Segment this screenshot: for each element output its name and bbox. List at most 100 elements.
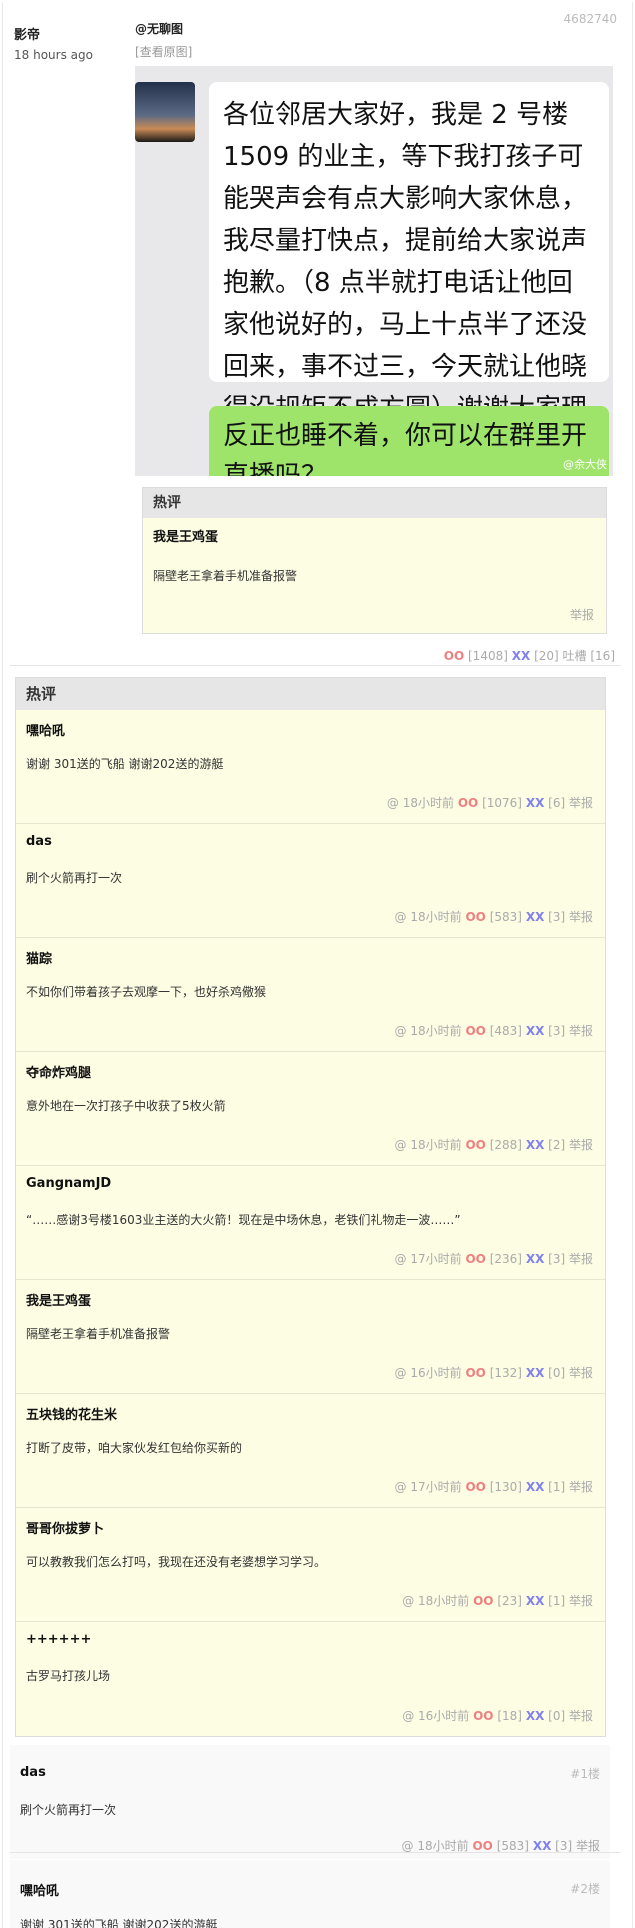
hot-comment-author[interactable]: 嘿哈吼 — [26, 720, 65, 739]
oo-button[interactable]: OO — [465, 1366, 485, 1380]
xx-count: [3] — [555, 1839, 573, 1853]
hot-comment-row: 我是王鸡蛋隔壁老王拿着手机准备报警 @ 16小时前 OO [132] XX [0]… — [16, 1280, 605, 1394]
xx-button[interactable]: XX — [526, 1594, 545, 1608]
comment-time[interactable]: @ 17小时前 — [395, 1480, 462, 1494]
report-link[interactable]: 举报 — [569, 796, 593, 810]
comment-time[interactable]: @ 18小时前 — [395, 1138, 462, 1152]
hot-comment-meta: @ 16小时前 OO [132] XX [0] 举报 — [395, 1364, 593, 1381]
oo-count: [583] — [496, 1839, 529, 1853]
post-author-name[interactable]: 影帝 — [14, 24, 93, 43]
report-link[interactable]: 举报 — [569, 1366, 593, 1380]
hot-comment-text: 隔壁老王拿着手机准备报警 — [153, 569, 298, 583]
report-link[interactable]: 举报 — [576, 1839, 600, 1853]
xx-count: [3] — [548, 910, 566, 924]
hot-comment-meta: @ 18小时前 OO [23] XX [1] 举报 — [402, 1592, 593, 1609]
chat-reply-bubble: 反正也睡不着，你可以在群里开直播吗？ — [209, 406, 609, 476]
hot-comment-text: 意外地在一次打孩子中收获了5枚火箭 — [26, 1099, 226, 1113]
comment-time[interactable]: @ 18小时前 — [395, 1024, 462, 1038]
comment-author[interactable]: das — [20, 1765, 46, 1780]
hot-comment-text: 隔壁老王拿着手机准备报警 — [26, 1327, 171, 1341]
comment-time[interactable]: @ 18小时前 — [402, 1839, 469, 1853]
xx-button[interactable]: XX — [526, 1024, 545, 1038]
hot-comment-author[interactable]: ++++++ — [26, 1632, 91, 1647]
xx-button[interactable]: XX — [526, 1138, 545, 1152]
oo-button[interactable]: OO — [473, 1594, 493, 1608]
oo-count: [1076] — [482, 796, 522, 810]
xx-button[interactable]: XX — [526, 796, 545, 810]
xx-button[interactable]: XX — [526, 1366, 545, 1380]
xx-button[interactable]: XX — [526, 1709, 545, 1723]
report-link[interactable]: 举报 — [569, 1709, 593, 1723]
post-image[interactable]: 各位邻居大家好，我是 2 号楼 1509 的业主，等下我打孩子可能哭声会有点大影… — [135, 66, 613, 476]
oo-button[interactable]: OO — [465, 1480, 485, 1494]
post-vote-bar: OO [1408] XX [20] 吐槽 [16] — [444, 647, 615, 664]
oo-count: [288] — [489, 1138, 522, 1152]
post-body: @无聊图 [查看原图] 各位邻居大家好，我是 2 号楼 1509 的业主，等下我… — [135, 20, 615, 476]
comment-time[interactable]: @ 17小时前 — [395, 1252, 462, 1266]
oo-count: [23] — [497, 1594, 522, 1608]
hot-comment-row: 夺命炸鸡腿意外地在一次打孩子中收获了5枚火箭 @ 18小时前 OO [288] X… — [16, 1052, 605, 1166]
xx-button[interactable]: XX — [526, 1480, 545, 1494]
hot-comment-author[interactable]: 我是王鸡蛋 — [26, 1290, 91, 1309]
report-link[interactable]: 举报 — [569, 1480, 593, 1494]
comment-time[interactable]: @ 18小时前 — [395, 910, 462, 924]
xx-button[interactable]: XX — [512, 649, 531, 663]
oo-button[interactable]: OO — [465, 910, 485, 924]
hot-comment-row: ++++++ 古罗马打孩儿场 @ 16小时前 OO [18] XX [0] 举报 — [16, 1622, 605, 1736]
hot-comment-row: das 刷个火箭再打一次 @ 18小时前 OO [583] XX [3] 举报 — [16, 824, 605, 938]
comment-time[interactable]: @ 18小时前 — [402, 1594, 469, 1608]
hot-comment-row: 嘿哈吼谢谢 301送的飞船 谢谢202送的游艇 @ 18小时前 OO [1076]… — [16, 710, 605, 824]
oo-button[interactable]: OO — [465, 1138, 485, 1152]
comment-time[interactable]: @ 18小时前 — [387, 796, 454, 810]
oo-count: [583] — [489, 910, 522, 924]
hot-comment-author[interactable]: 我是王鸡蛋 — [153, 526, 596, 545]
hot-comment-author[interactable]: das — [26, 834, 52, 849]
hot-comments-list: 热评 嘿哈吼谢谢 301送的飞船 谢谢202送的游艇 @ 18小时前 OO [10… — [15, 677, 606, 1737]
report-link[interactable]: 举报 — [569, 1138, 593, 1152]
hot-comment-meta: @ 18小时前 OO [288] XX [2] 举报 — [395, 1136, 593, 1153]
hot-comment-author[interactable]: GangnamJD — [26, 1176, 111, 1191]
comment-author[interactable]: 嘿哈吼 — [20, 1880, 59, 1899]
hot-comment-author[interactable]: 哥哥你拔萝卜 — [26, 1518, 104, 1537]
xx-button[interactable]: XX — [526, 1252, 545, 1266]
xx-button[interactable]: XX — [533, 1839, 552, 1853]
comment-item: das #1楼 刷个火箭再打一次 @ 18小时前 OO [583] XX [3]… — [10, 1745, 610, 1859]
xx-button[interactable]: XX — [526, 910, 545, 924]
hot-comment-author[interactable]: 夺命炸鸡腿 — [26, 1062, 91, 1081]
post-time: 18 hours ago — [14, 48, 93, 62]
hot-comment-meta: @ 18小时前 OO [1076] XX [6] 举报 — [387, 794, 593, 811]
oo-button[interactable]: OO — [473, 1709, 493, 1723]
hot-comment-text: 谢谢 301送的飞船 谢谢202送的游艇 — [26, 757, 224, 771]
oo-count: [130] — [489, 1480, 522, 1494]
hot-comment-author[interactable]: 五块钱的花生米 — [26, 1404, 117, 1423]
hot-comment-text: 可以教教我们怎么打吗，我现在还没有老婆想学习学习。 — [26, 1555, 327, 1569]
xx-count: [1] — [548, 1480, 566, 1494]
comment-time[interactable]: @ 16小时前 — [395, 1366, 462, 1380]
oo-count: [132] — [489, 1366, 522, 1380]
oo-count: [236] — [489, 1252, 522, 1266]
xx-count: [6] — [548, 796, 566, 810]
hot-comment-text: 打断了皮带，咱大家伙发红包给你买新的 — [26, 1441, 243, 1455]
report-link[interactable]: 举报 — [569, 1594, 593, 1608]
oo-count: [1408] — [468, 649, 508, 663]
oo-button[interactable]: OO — [458, 796, 478, 810]
comment-floor[interactable]: #2楼 — [570, 1880, 600, 1897]
chat-avatar — [135, 82, 195, 142]
oo-button[interactable]: OO — [444, 649, 464, 663]
hot-list-header: 热评 — [16, 678, 605, 710]
oo-button[interactable]: OO — [472, 1839, 492, 1853]
hot-comment-author[interactable]: 猫踪 — [26, 948, 52, 967]
report-link[interactable]: 举报 — [569, 1024, 593, 1038]
hot-comment-text: 刷个火箭再打一次 — [26, 871, 123, 885]
report-link[interactable]: 举报 — [570, 606, 594, 623]
view-original-link[interactable]: [查看原图] — [135, 43, 615, 60]
report-link[interactable]: 举报 — [569, 1252, 593, 1266]
oo-button[interactable]: OO — [465, 1024, 485, 1038]
tucao-link[interactable]: 吐槽 [16] — [563, 649, 615, 663]
report-link[interactable]: 举报 — [569, 910, 593, 924]
comment-floor[interactable]: #1楼 — [570, 1765, 600, 1782]
hot-comment-header: 热评 — [143, 488, 606, 518]
oo-button[interactable]: OO — [465, 1252, 485, 1266]
hot-comment-text: “……感谢3号楼1603业主送的大火箭！现在是中场休息，老铁们礼物走一波……” — [26, 1213, 461, 1227]
comment-time[interactable]: @ 16小时前 — [402, 1709, 469, 1723]
